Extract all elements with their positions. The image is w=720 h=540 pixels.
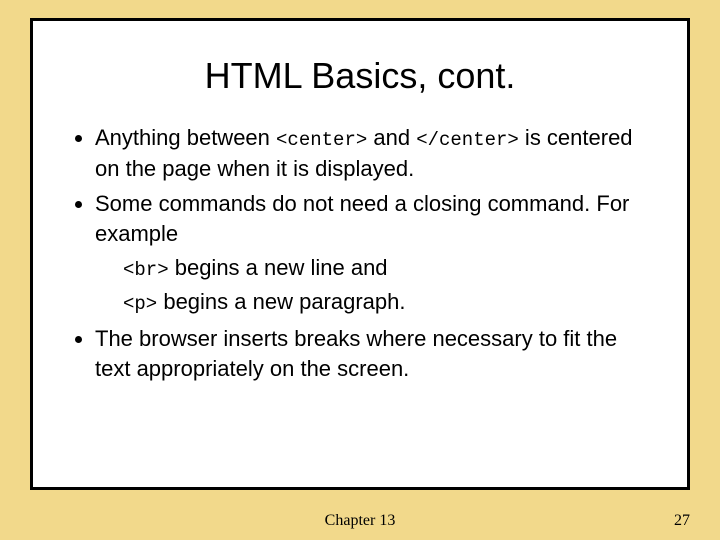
bullet-2-sub-1-text: begins a new line and [169, 255, 388, 280]
code-center-close: </center> [416, 129, 519, 151]
bullet-list: Anything between <center> and </center> … [63, 123, 657, 383]
footer-chapter: Chapter 13 [0, 512, 720, 530]
slide-frame: HTML Basics, cont. Anything between <cen… [30, 18, 690, 490]
bullet-3: The browser inserts breaks where necessa… [95, 324, 657, 383]
bullet-1: Anything between <center> and </center> … [95, 123, 657, 183]
bullet-2-text: Some commands do not need a closing comm… [95, 191, 629, 246]
bullet-1-mid: and [367, 125, 416, 150]
bullet-2-sub-2: <p> begins a new paragraph. [95, 287, 657, 318]
bullet-2-sub-1: <br> begins a new line and [95, 253, 657, 284]
bullet-2-sub-2-text: begins a new paragraph. [157, 289, 405, 314]
bullet-1-pre: Anything between [95, 125, 276, 150]
footer-page-number: 27 [674, 512, 690, 530]
slide-title: HTML Basics, cont. [63, 55, 657, 97]
code-br: <br> [123, 259, 169, 281]
code-p: <p> [123, 293, 157, 315]
bullet-2: Some commands do not need a closing comm… [95, 189, 657, 318]
code-center-open: <center> [276, 129, 367, 151]
